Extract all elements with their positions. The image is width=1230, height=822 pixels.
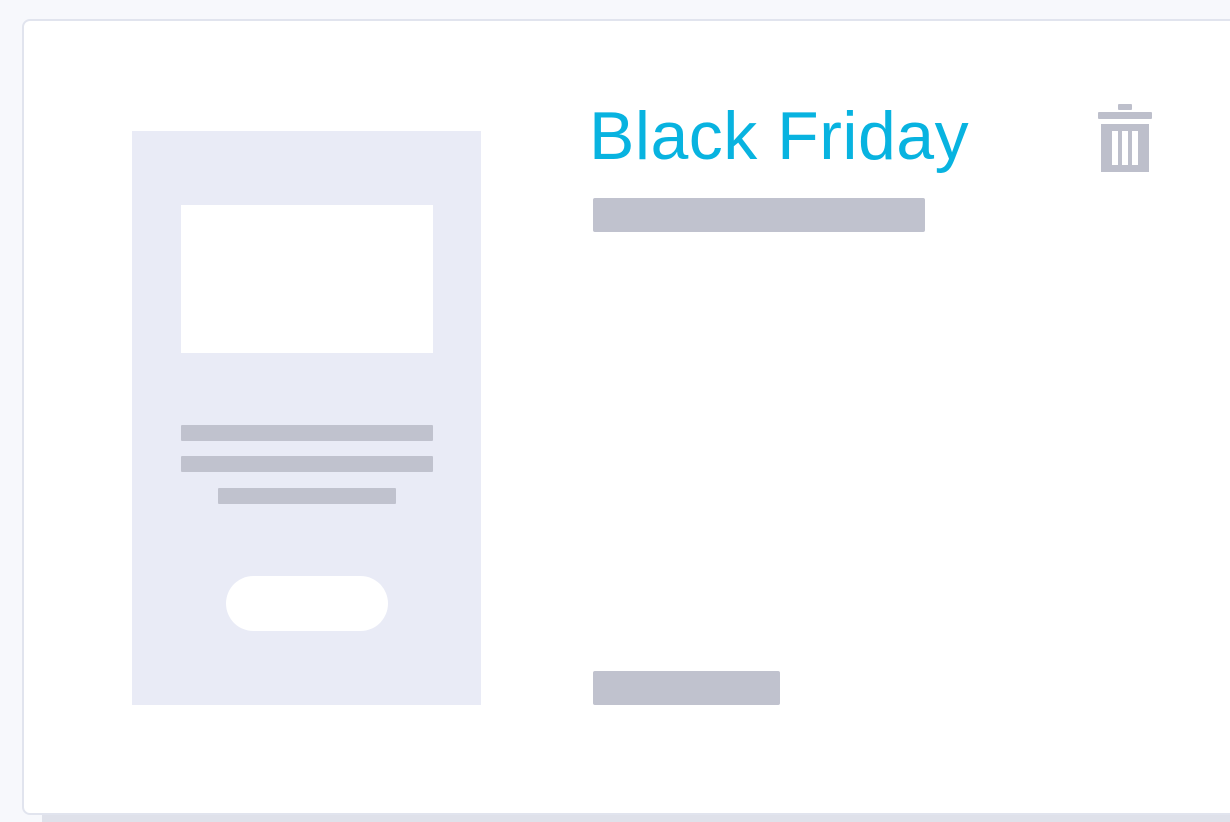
page: Black Friday xyxy=(0,0,1230,822)
thumbnail-button-placeholder xyxy=(226,576,388,631)
trash-icon-graphic xyxy=(1098,104,1152,172)
meta-placeholder xyxy=(593,671,780,705)
thumbnail-text-line xyxy=(218,488,396,504)
thumbnail-image-placeholder xyxy=(181,205,433,353)
thumbnail-text-line xyxy=(181,456,433,472)
email-template-thumbnail[interactable] xyxy=(132,131,481,705)
trash-icon[interactable] xyxy=(1098,104,1152,172)
subject-placeholder xyxy=(593,198,925,232)
campaign-title[interactable]: Black Friday xyxy=(589,98,969,174)
thumbnail-text-line xyxy=(181,425,433,441)
